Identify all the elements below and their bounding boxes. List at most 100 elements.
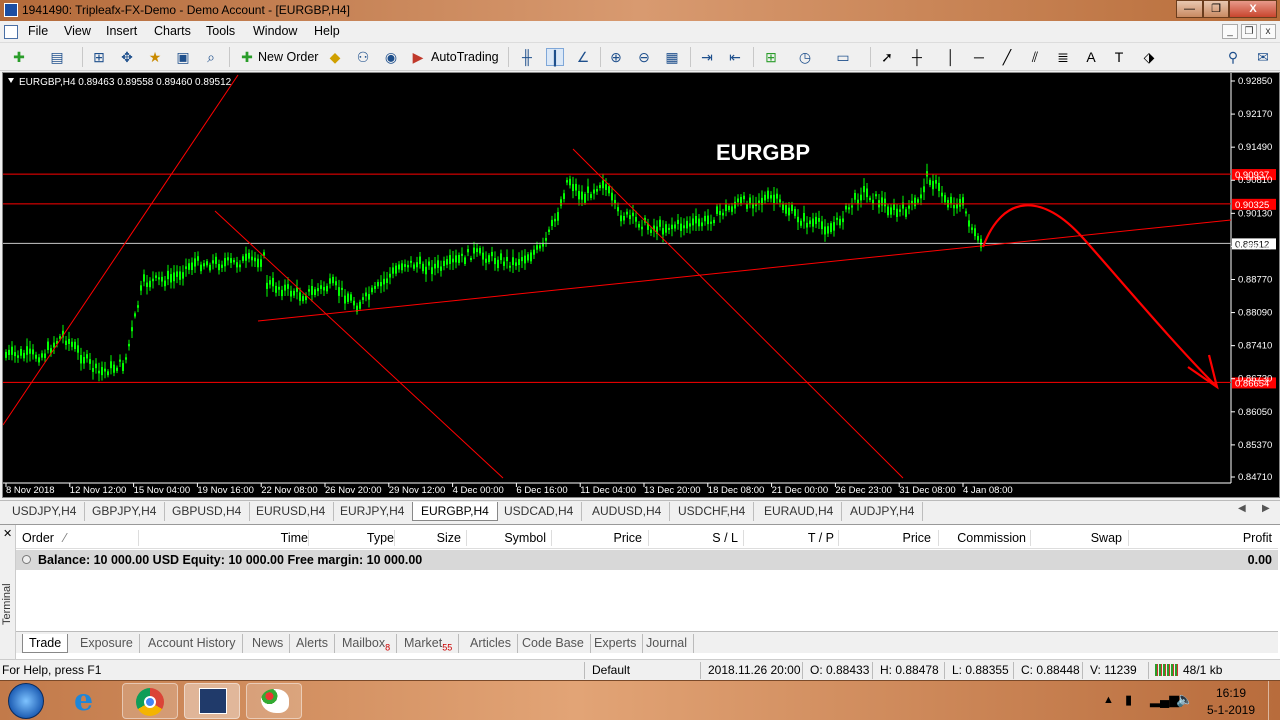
arrows-icon[interactable]: ⬗: [1140, 48, 1158, 66]
text-label-icon[interactable]: T: [1110, 48, 1128, 66]
strategy-tester-icon[interactable]: ⌕: [202, 48, 220, 66]
terminal-tab-journal[interactable]: Journal: [640, 634, 694, 653]
column-header-price[interactable]: Price: [903, 531, 931, 545]
terminal-tab-news[interactable]: News: [246, 634, 291, 653]
column-header-time[interactable]: Time: [281, 531, 308, 545]
column-header-size[interactable]: Size: [437, 531, 461, 545]
mdi-minimize-button[interactable]: _: [1222, 24, 1238, 39]
chat-icon[interactable]: ✉: [1254, 48, 1272, 66]
crosshair-icon[interactable]: ┼: [908, 48, 926, 66]
fibonacci-icon[interactable]: ≣: [1054, 48, 1072, 66]
new-chart-icon[interactable]: ✚: [10, 48, 28, 66]
zoom-in-icon[interactable]: ⊕: [607, 48, 625, 66]
menu-insert[interactable]: Insert: [106, 24, 137, 38]
search-icon[interactable]: ⚲: [1224, 48, 1242, 66]
symbol-tab-gbpusdh4[interactable]: GBPUSD,H4: [164, 502, 251, 521]
column-header-price[interactable]: Price: [614, 531, 642, 545]
metaeditor-icon[interactable]: ◆: [326, 48, 344, 66]
start-button[interactable]: [8, 683, 44, 719]
tray-show-hidden-icon[interactable]: ▲: [1103, 694, 1114, 706]
tray-clock-time[interactable]: 16:19: [1206, 686, 1256, 700]
auto-scroll-icon[interactable]: ⇥: [698, 48, 716, 66]
periods-icon[interactable]: ◷: [796, 48, 814, 66]
text-icon[interactable]: A: [1082, 48, 1100, 66]
taskbar-chrome[interactable]: [122, 683, 178, 719]
mdi-close-button[interactable]: x: [1260, 24, 1276, 39]
column-header-tp[interactable]: T / P: [808, 531, 834, 545]
tab-scroll-left-icon[interactable]: ◀: [1238, 503, 1246, 514]
column-header-type[interactable]: Type: [367, 531, 394, 545]
connection-bars-icon[interactable]: [1155, 664, 1179, 676]
show-desktop-button[interactable]: [1268, 681, 1280, 720]
signals-icon[interactable]: ⚇: [354, 48, 372, 66]
menu-file[interactable]: File: [28, 24, 48, 38]
symbol-tab-audjpyh4[interactable]: AUDJPY,H4: [842, 502, 924, 521]
symbol-tab-audusdh4[interactable]: AUDUSD,H4: [584, 502, 671, 521]
new-order-icon[interactable]: ✚: [238, 48, 256, 66]
indicators-icon[interactable]: ⊞: [762, 48, 780, 66]
taskbar-ie[interactable]: e: [62, 683, 118, 719]
terminal-icon[interactable]: ▣: [174, 48, 192, 66]
terminal-tab-exposure[interactable]: Exposure: [74, 634, 140, 653]
terminal-tab-trade[interactable]: Trade: [22, 634, 69, 653]
column-header-symbol[interactable]: Symbol: [504, 531, 546, 545]
column-header-sl[interactable]: S / L: [712, 531, 738, 545]
zoom-out-icon[interactable]: ⊖: [635, 48, 653, 66]
column-header-swap[interactable]: Swap: [1091, 531, 1122, 545]
menu-view[interactable]: View: [64, 24, 91, 38]
document-icon[interactable]: [4, 25, 18, 39]
tray-device-icon[interactable]: ▮: [1125, 692, 1132, 708]
menu-help[interactable]: Help: [314, 24, 340, 38]
mdi-restore-button[interactable]: ❐: [1241, 24, 1257, 39]
minimize-button[interactable]: —: [1176, 0, 1203, 18]
terminal-tab-mailbox[interactable]: Mailbox8: [336, 634, 398, 653]
tray-clock-date[interactable]: 5-1-2019: [1200, 703, 1262, 717]
horizontal-line-icon[interactable]: ─: [970, 48, 988, 66]
column-header-commission[interactable]: Commission: [957, 531, 1026, 545]
cursor-icon[interactable]: ➚: [878, 48, 896, 66]
chart-shift-icon[interactable]: ⇤: [726, 48, 744, 66]
symbol-tab-usdcadh4[interactable]: USDCAD,H4: [496, 502, 583, 521]
taskbar-paint[interactable]: [246, 683, 302, 719]
symbol-tab-usdjpyh4[interactable]: USDJPY,H4: [4, 502, 86, 521]
close-button[interactable]: X: [1229, 0, 1277, 18]
symbol-tab-gbpjpyh4[interactable]: GBPJPY,H4: [84, 502, 166, 521]
column-header-profit[interactable]: Profit: [1243, 531, 1272, 545]
vertical-line-icon[interactable]: │: [942, 48, 960, 66]
profiles-icon[interactable]: ▤: [48, 48, 66, 66]
equidistant-channel-icon[interactable]: ⫽: [1026, 48, 1044, 66]
symbol-tab-eurgbph4[interactable]: EURGBP,H4: [412, 502, 498, 521]
data-window-icon[interactable]: ✥: [118, 48, 136, 66]
terminal-tab-experts[interactable]: Experts: [588, 634, 644, 653]
autotrading-icon[interactable]: ▶: [409, 48, 427, 66]
market-icon[interactable]: ◉: [382, 48, 400, 66]
tray-network-icon[interactable]: ▂▄▆: [1150, 692, 1179, 708]
autotrading-button[interactable]: AutoTrading: [431, 48, 499, 66]
bar-chart-icon[interactable]: ╫: [518, 48, 536, 66]
balance-row[interactable]: Balance: 10 000.00 USD Equity: 10 000.00…: [16, 550, 1278, 570]
new-order-button[interactable]: New Order: [258, 48, 318, 66]
taskbar-metatrader[interactable]: [184, 683, 240, 719]
maximize-button[interactable]: ❐: [1203, 0, 1229, 18]
terminal-tab-market[interactable]: Market55: [398, 634, 460, 653]
tray-volume-icon[interactable]: 🔈: [1176, 691, 1193, 708]
terminal-tab-articles[interactable]: Articles: [464, 634, 518, 653]
menu-tools[interactable]: Tools: [206, 24, 235, 38]
terminal-close-icon[interactable]: ✕: [3, 527, 12, 540]
terminal-tab-alerts[interactable]: Alerts: [290, 634, 335, 653]
market-watch-icon[interactable]: ⊞: [90, 48, 108, 66]
price-chart[interactable]: 0.909370.903250.895120.86654 EURGBP,H4 0…: [3, 73, 1279, 497]
symbol-tab-eurusdh4[interactable]: EURUSD,H4: [248, 502, 335, 521]
chart-window[interactable]: 0.90937 0.90325 0.89512 0.86654 EURGBP,H4 0…: [2, 72, 1280, 498]
terminal-tab-code-base[interactable]: Code Base: [516, 634, 591, 653]
navigator-icon[interactable]: ★: [146, 48, 164, 66]
symbol-tab-euraudh4[interactable]: EURAUD,H4: [756, 502, 843, 521]
line-chart-icon[interactable]: ∠: [574, 48, 592, 66]
symbol-tab-eurjpyh4[interactable]: EURJPY,H4: [332, 502, 414, 521]
tile-windows-icon[interactable]: ▦: [663, 48, 681, 66]
column-header-order[interactable]: Order: [22, 531, 54, 545]
terminal-tab-account-history[interactable]: Account History: [142, 634, 243, 653]
trendline-icon[interactable]: ╱: [998, 48, 1016, 66]
menu-window[interactable]: Window: [253, 24, 297, 38]
symbol-tab-usdchfh4[interactable]: USDCHF,H4: [670, 502, 755, 521]
